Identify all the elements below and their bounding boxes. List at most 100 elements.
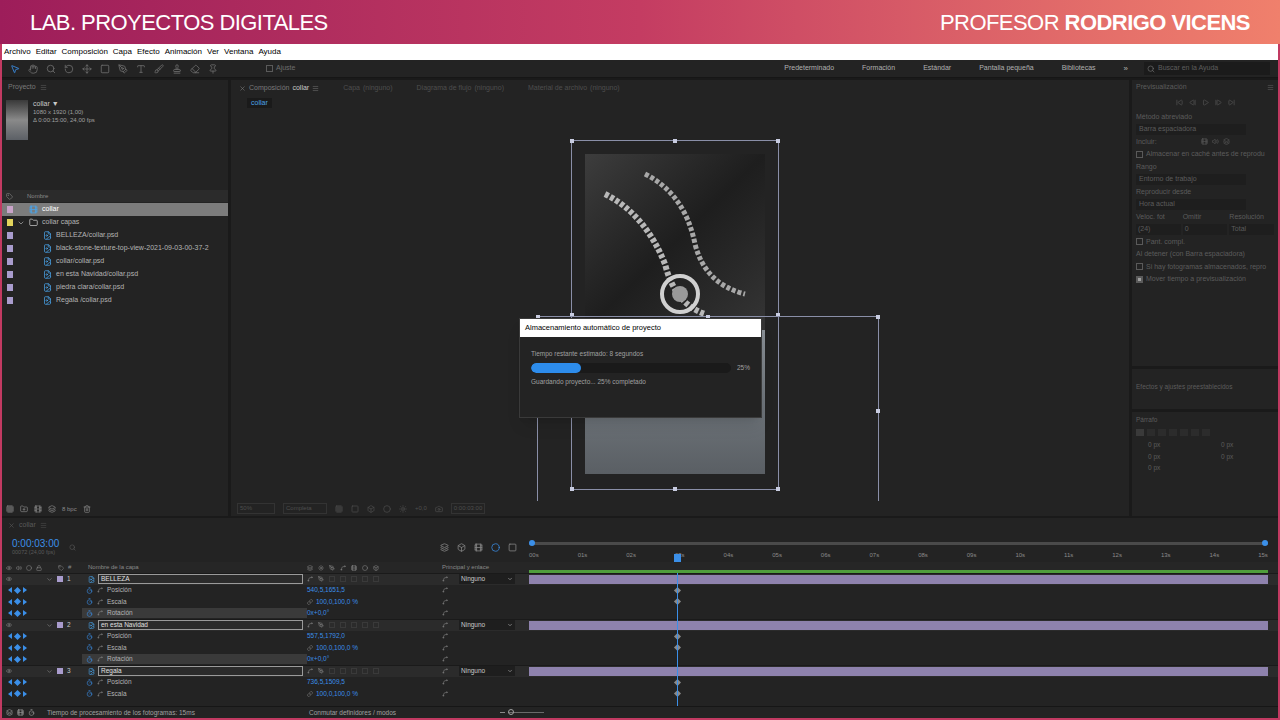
indent-field[interactable]: 0 px — [1136, 452, 1201, 462]
stopwatch-icon[interactable] — [86, 633, 93, 640]
transform-handle[interactable] — [776, 139, 780, 143]
transfer-controls-toggle-icon[interactable] — [17, 709, 24, 716]
property-value[interactable]: 540,5,1651,5 — [307, 585, 345, 595]
pick-whip-icon[interactable] — [442, 576, 448, 582]
expression-pick-whip-icon[interactable] — [442, 679, 448, 685]
panel-title[interactable]: Efectos y ajustes preestablecidos — [1136, 383, 1232, 390]
align-button[interactable] — [1202, 429, 1210, 436]
comp-flowchart-icon[interactable] — [440, 543, 449, 552]
next-keyframe[interactable] — [23, 679, 27, 685]
pen-tool-icon[interactable] — [118, 64, 128, 74]
expression-pick-whip-icon[interactable] — [442, 633, 448, 639]
keyframe[interactable] — [674, 586, 681, 593]
rotate-tool-icon[interactable] — [64, 64, 74, 74]
twirl-open-icon[interactable] — [46, 622, 53, 629]
tab-menu-icon[interactable] — [40, 522, 47, 529]
fps-dropdown[interactable]: (24) — [1136, 224, 1181, 235]
fps-dropdown[interactable]: 0 — [1183, 224, 1228, 235]
property-value[interactable]: 100,0,100,0 % — [316, 597, 358, 607]
cache-checkbox[interactable] — [1136, 151, 1143, 158]
quality-switch-icon[interactable] — [318, 576, 324, 582]
add-keyframe[interactable] — [14, 598, 21, 605]
quality-switch-icon[interactable] — [318, 668, 324, 674]
graph-icon[interactable] — [97, 691, 103, 697]
graph-icon[interactable] — [97, 599, 103, 605]
previous-keyframe[interactable] — [8, 691, 12, 697]
layer-search[interactable] — [69, 542, 169, 552]
grid-icon[interactable] — [335, 505, 343, 513]
mask-icon[interactable] — [383, 505, 391, 513]
new-folder-icon[interactable] — [20, 505, 28, 513]
property-value[interactable]: 100,0,100,0 % — [316, 689, 358, 699]
shy-switch-icon[interactable] — [307, 668, 313, 674]
workspace-tab[interactable]: Bibliotecas — [1062, 63, 1096, 74]
menu-item[interactable]: Animación — [165, 46, 202, 58]
constrain-proportions-icon[interactable] — [307, 599, 313, 605]
switch-box[interactable] — [362, 622, 368, 628]
keyframe[interactable] — [674, 632, 681, 639]
viewer-tab[interactable]: Diagrama de flujo(ninguno) — [417, 83, 504, 94]
timecode[interactable]: 0:00:03:00 — [12, 539, 59, 549]
next-keyframe[interactable] — [23, 656, 27, 662]
switch-box[interactable] — [329, 576, 335, 582]
stamp-tool-icon[interactable] — [172, 64, 182, 74]
parent-dropdown[interactable]: Ninguno — [459, 666, 515, 676]
add-keyframe[interactable] — [14, 587, 21, 594]
expression-pick-whip-icon[interactable] — [442, 587, 448, 593]
column-name[interactable]: Nombre — [27, 192, 48, 201]
property-row[interactable]: Escala100,0,100,0 % — [2, 642, 1278, 654]
layer-name[interactable]: en esta Navidad — [98, 620, 303, 630]
switch-box[interactable] — [340, 576, 346, 582]
stopwatch-icon[interactable] — [86, 644, 93, 651]
new-comp-icon[interactable] — [34, 505, 42, 513]
pick-whip-icon[interactable] — [442, 668, 448, 674]
visibility-icon[interactable] — [6, 576, 12, 582]
transform-handle[interactable] — [876, 315, 880, 319]
property-row[interactable]: Rotación0x+0,0° — [2, 608, 1278, 620]
switch-box[interactable] — [329, 622, 335, 628]
stopwatch-icon[interactable] — [86, 610, 93, 617]
toggle-switches-modes[interactable]: Conmutar definidores / modos — [309, 708, 396, 718]
align-button[interactable] — [1180, 429, 1188, 436]
region-icon[interactable] — [351, 505, 359, 513]
menu-item[interactable]: Efecto — [137, 46, 160, 58]
time-navigator[interactable] — [529, 542, 1268, 545]
menu-item[interactable]: Ayuda — [258, 46, 281, 58]
close-tab-icon[interactable] — [239, 85, 246, 92]
twirl-open-icon[interactable] — [46, 668, 53, 675]
snap-toggle[interactable]: Ajuste — [266, 63, 295, 74]
switch-box[interactable] — [351, 622, 357, 628]
puppet-tool-icon[interactable] — [208, 64, 218, 74]
transform-handle[interactable] — [570, 139, 574, 143]
panel-menu-icon[interactable] — [1267, 84, 1274, 91]
include-overlays-icon[interactable] — [1223, 138, 1230, 145]
constrain-proportions-icon[interactable] — [307, 691, 313, 697]
current-time[interactable]: 0:00:03:0000072 (24,00 fps) — [12, 539, 59, 555]
next-keyframe[interactable] — [23, 645, 27, 651]
close-tab-icon[interactable] — [8, 522, 15, 529]
eraser-tool-icon[interactable] — [190, 64, 200, 74]
graph-icon[interactable] — [97, 679, 103, 685]
expanded-icon[interactable] — [17, 219, 25, 227]
align-button[interactable] — [1158, 429, 1166, 436]
add-keyframe[interactable] — [14, 633, 21, 640]
switch-box[interactable] — [351, 576, 357, 582]
draft-3d-icon[interactable] — [457, 543, 466, 552]
layer-label-color[interactable] — [57, 622, 63, 628]
next-keyframe[interactable] — [23, 610, 27, 616]
shy-switch-icon[interactable] — [307, 576, 313, 582]
previous-keyframe[interactable] — [8, 679, 12, 685]
keyframe[interactable] — [674, 644, 681, 651]
shy-switch-icon[interactable] — [307, 622, 313, 628]
transform-handle[interactable] — [570, 487, 574, 491]
interpret-footage-icon[interactable] — [6, 505, 14, 513]
transform-handle[interactable] — [673, 487, 677, 491]
exposure-icon[interactable] — [399, 505, 407, 513]
next-keyframe[interactable] — [23, 633, 27, 639]
twirl-open-icon[interactable] — [46, 576, 53, 583]
project-item[interactable]: collar/collar.psd — [2, 255, 228, 268]
project-item[interactable]: Regala /collar.psd — [2, 294, 228, 307]
play-from-dropdown[interactable]: Hora actual — [1136, 199, 1246, 210]
transform-handle[interactable] — [673, 139, 677, 143]
keyframe[interactable] — [674, 678, 681, 685]
